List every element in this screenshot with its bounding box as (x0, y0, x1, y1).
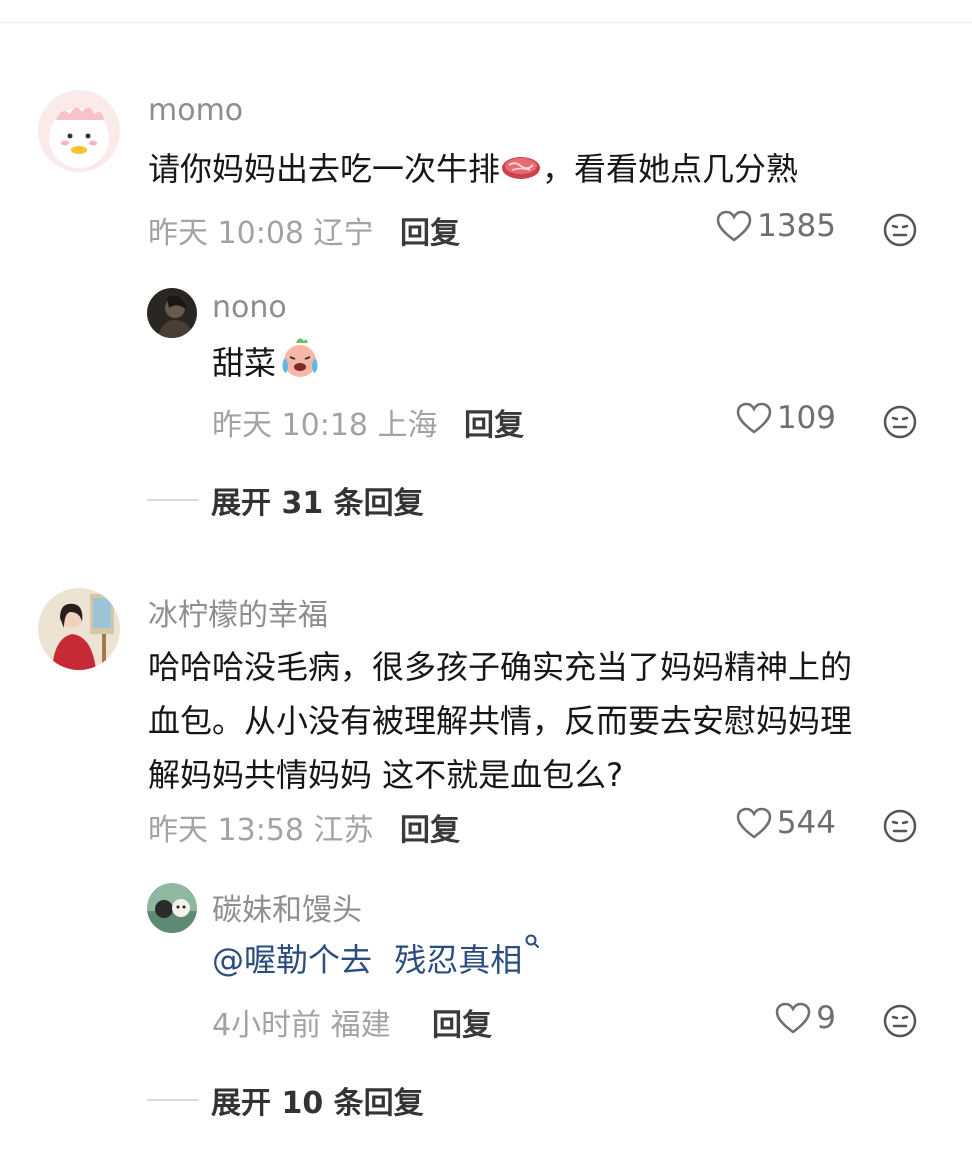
reply-meta: 4小时前 福建 (212, 1000, 391, 1044)
like-count: 109 (776, 400, 836, 436)
comment-text-line: 哈哈哈没毛病，很多孩子确实充当了妈妈精神上的 (148, 648, 853, 686)
reply-location: 福建 (330, 1008, 391, 1043)
comment-location: 辽宁 (313, 216, 374, 251)
like-button[interactable]: 109 (735, 400, 836, 436)
expand-divider (147, 1099, 199, 1101)
comment-text-line: 解妈妈共情妈妈 这不就是血包么? (148, 756, 624, 794)
reply-text: 甜菜 (212, 335, 322, 395)
neutral-face-icon (883, 213, 917, 247)
neutral-face-icon (883, 405, 917, 439)
comment-text: 哈哈哈没毛病，很多孩子确实充当了妈妈精神上的 血包。从小没有被理解共情，反而要去… (148, 640, 852, 802)
comment-meta: 昨天 13:58 江苏 (148, 805, 374, 849)
expand-label: 展开 31 条回复 (211, 486, 424, 521)
expand-replies-button[interactable]: 展开 10 条回复 (147, 1078, 424, 1122)
crying-radish-emoji-icon (276, 335, 322, 395)
expand-label: 展开 10 条回复 (211, 1086, 424, 1121)
comment-username[interactable]: momo (148, 93, 243, 128)
reply-button[interactable]: 回复 (432, 1000, 492, 1044)
neutral-face-icon (883, 809, 917, 843)
reply-time: 昨天 10:18 (212, 408, 368, 443)
react-button[interactable] (882, 808, 918, 844)
reply-button[interactable]: 回复 (400, 208, 460, 252)
steak-emoji-icon (500, 144, 542, 198)
comment-time: 昨天 13:58 (148, 813, 304, 848)
comment-meta: 昨天 10:08 辽宁 (148, 208, 374, 252)
react-button[interactable] (882, 404, 918, 440)
avatar[interactable] (38, 588, 120, 670)
comment-username[interactable]: 冰柠檬的幸福 (148, 590, 328, 634)
like-count: 544 (776, 805, 836, 841)
search-link[interactable]: 残忍真相 (394, 934, 540, 979)
reply-text-part: 甜菜 (212, 344, 277, 382)
avatar[interactable] (147, 883, 197, 933)
expand-replies-button[interactable]: 展开 31 条回复 (147, 478, 424, 522)
reply-button[interactable]: 回复 (464, 400, 524, 444)
reply-location: 上海 (377, 408, 438, 443)
search-icon (525, 934, 540, 948)
heart-outline-icon (736, 402, 772, 434)
heart-outline-icon (736, 807, 772, 839)
avatar[interactable] (147, 288, 197, 338)
comment-location: 江苏 (313, 813, 374, 848)
comment-text-part: 请你妈妈出去吃一次牛排 (148, 150, 501, 188)
avatar[interactable] (38, 90, 120, 172)
react-button[interactable] (882, 212, 918, 248)
reply-text: @喔勒个去 残忍真相 (212, 933, 540, 987)
like-count: 1385 (757, 208, 836, 244)
heart-outline-icon (776, 1002, 811, 1034)
reply-username[interactable]: 碳妹和馒头 (212, 885, 362, 929)
like-button[interactable]: 544 (735, 805, 836, 841)
expand-divider (147, 499, 199, 501)
like-button[interactable]: 9 (774, 1000, 836, 1036)
comment-text: 请你妈妈出去吃一次牛排 ，看看她点几分熟 (148, 142, 798, 198)
neutral-face-icon (883, 1004, 917, 1038)
comment-text-part: ，看看她点几分熟 (542, 150, 799, 188)
like-button[interactable]: 1385 (715, 208, 836, 244)
reply-time: 4小时前 (212, 1008, 322, 1043)
like-count: 9 (816, 1000, 836, 1036)
comment-text-line: 血包。从小没有被理解共情，反而要去安慰妈妈理 (148, 702, 853, 740)
reply-meta: 昨天 10:18 上海 (212, 400, 438, 444)
top-divider (0, 22, 972, 23)
comment-time: 昨天 10:08 (148, 216, 304, 251)
react-button[interactable] (882, 1003, 918, 1039)
reply-button[interactable]: 回复 (400, 805, 460, 849)
mention-link[interactable]: @喔勒个去 (212, 941, 372, 979)
heart-outline-icon (716, 210, 752, 242)
search-link-label: 残忍真相 (394, 941, 523, 979)
reply-username[interactable]: nono (212, 290, 287, 325)
